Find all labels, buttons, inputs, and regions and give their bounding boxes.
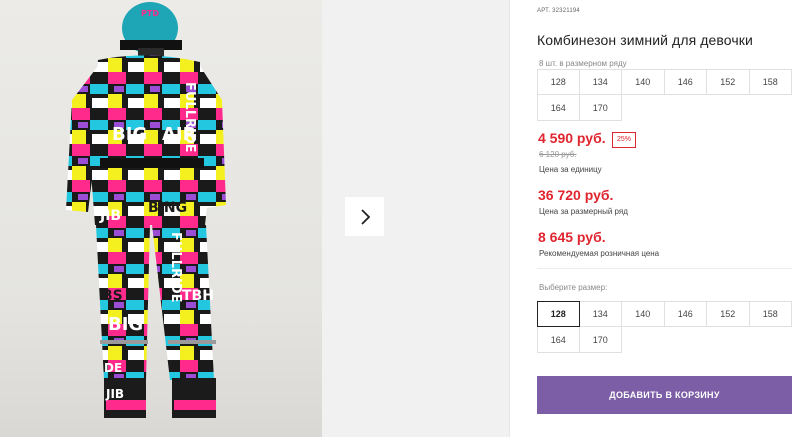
- panel-divider: [509, 0, 510, 437]
- print-word: JIB: [99, 208, 121, 224]
- print-word: BIG: [112, 124, 147, 145]
- print-word: TBH: [182, 288, 214, 304]
- pack-price: 36 720 руб.: [538, 187, 614, 203]
- pack-size-cell: 140: [622, 69, 665, 95]
- pack-size-cell: 146: [664, 69, 707, 95]
- gallery-next-button[interactable]: [345, 197, 384, 236]
- retail-price-caption: Рекомендуемая розничная цена: [539, 249, 660, 258]
- size-option-158[interactable]: 158: [749, 301, 792, 327]
- product-title: Комбинезон зимний для девочки: [537, 32, 753, 48]
- pack-price-caption: Цена за размерный ряд: [539, 207, 628, 216]
- print-word: FULLRIDE: [182, 82, 197, 153]
- size-option-152[interactable]: 152: [707, 301, 750, 327]
- size-selector: 128 134 140 146 152 158 164 170: [537, 301, 792, 353]
- section-divider: [537, 268, 792, 269]
- size-option-140[interactable]: 140: [622, 301, 665, 327]
- pack-size-cell: 170: [579, 95, 622, 121]
- size-option-170[interactable]: 170: [579, 327, 622, 353]
- size-option-134[interactable]: 134: [579, 301, 622, 327]
- size-option-164[interactable]: 164: [537, 327, 580, 353]
- chevron-right-icon: [360, 208, 370, 225]
- print-word: PTD: [141, 9, 159, 18]
- old-price: 6 120 руб.: [539, 150, 577, 159]
- sku-value: 32321194: [552, 8, 580, 14]
- print-word: BS: [102, 288, 123, 304]
- product-photo-illustration: PTD BIG AIR FULLRIDE FULLRIDE JIB BING B…: [66, 2, 226, 418]
- choose-size-label: Выберите размер:: [539, 283, 608, 292]
- discount-badge: 25%: [612, 132, 637, 148]
- pack-size-cell: 134: [579, 69, 622, 95]
- pack-size-label: 8 шт. в размерном ряду: [539, 59, 627, 68]
- pack-size-grid: 128 134 140 146 152 158 164 170: [537, 69, 792, 121]
- product-sku: АРТ. 32321194: [537, 8, 580, 14]
- unit-price-caption: Цена за единицу: [539, 165, 602, 174]
- pack-size-cell: 164: [537, 95, 580, 121]
- product-photo: PTD BIG AIR FULLRIDE FULLRIDE JIB BING B…: [0, 0, 322, 437]
- retail-price: 8 645 руб.: [538, 229, 606, 245]
- add-to-cart-button[interactable]: ДОБАВИТЬ В КОРЗИНУ: [537, 376, 792, 414]
- print-word: BING: [148, 200, 187, 216]
- size-option-146[interactable]: 146: [664, 301, 707, 327]
- pack-size-cell: 158: [749, 69, 792, 95]
- sku-prefix: АРТ.: [537, 8, 551, 14]
- size-option-128[interactable]: 128: [537, 301, 580, 327]
- print-word: JIB: [105, 387, 124, 401]
- unit-price: 4 590 руб.: [538, 130, 606, 146]
- print-word: BIG: [108, 314, 143, 335]
- product-gallery: PTD BIG AIR FULLRIDE FULLRIDE JIB BING B…: [0, 0, 509, 437]
- pack-size-cell: 152: [707, 69, 750, 95]
- print-word: FULLRIDE: [168, 232, 183, 303]
- pack-size-cell: 128: [537, 69, 580, 95]
- print-word: DE: [104, 361, 122, 375]
